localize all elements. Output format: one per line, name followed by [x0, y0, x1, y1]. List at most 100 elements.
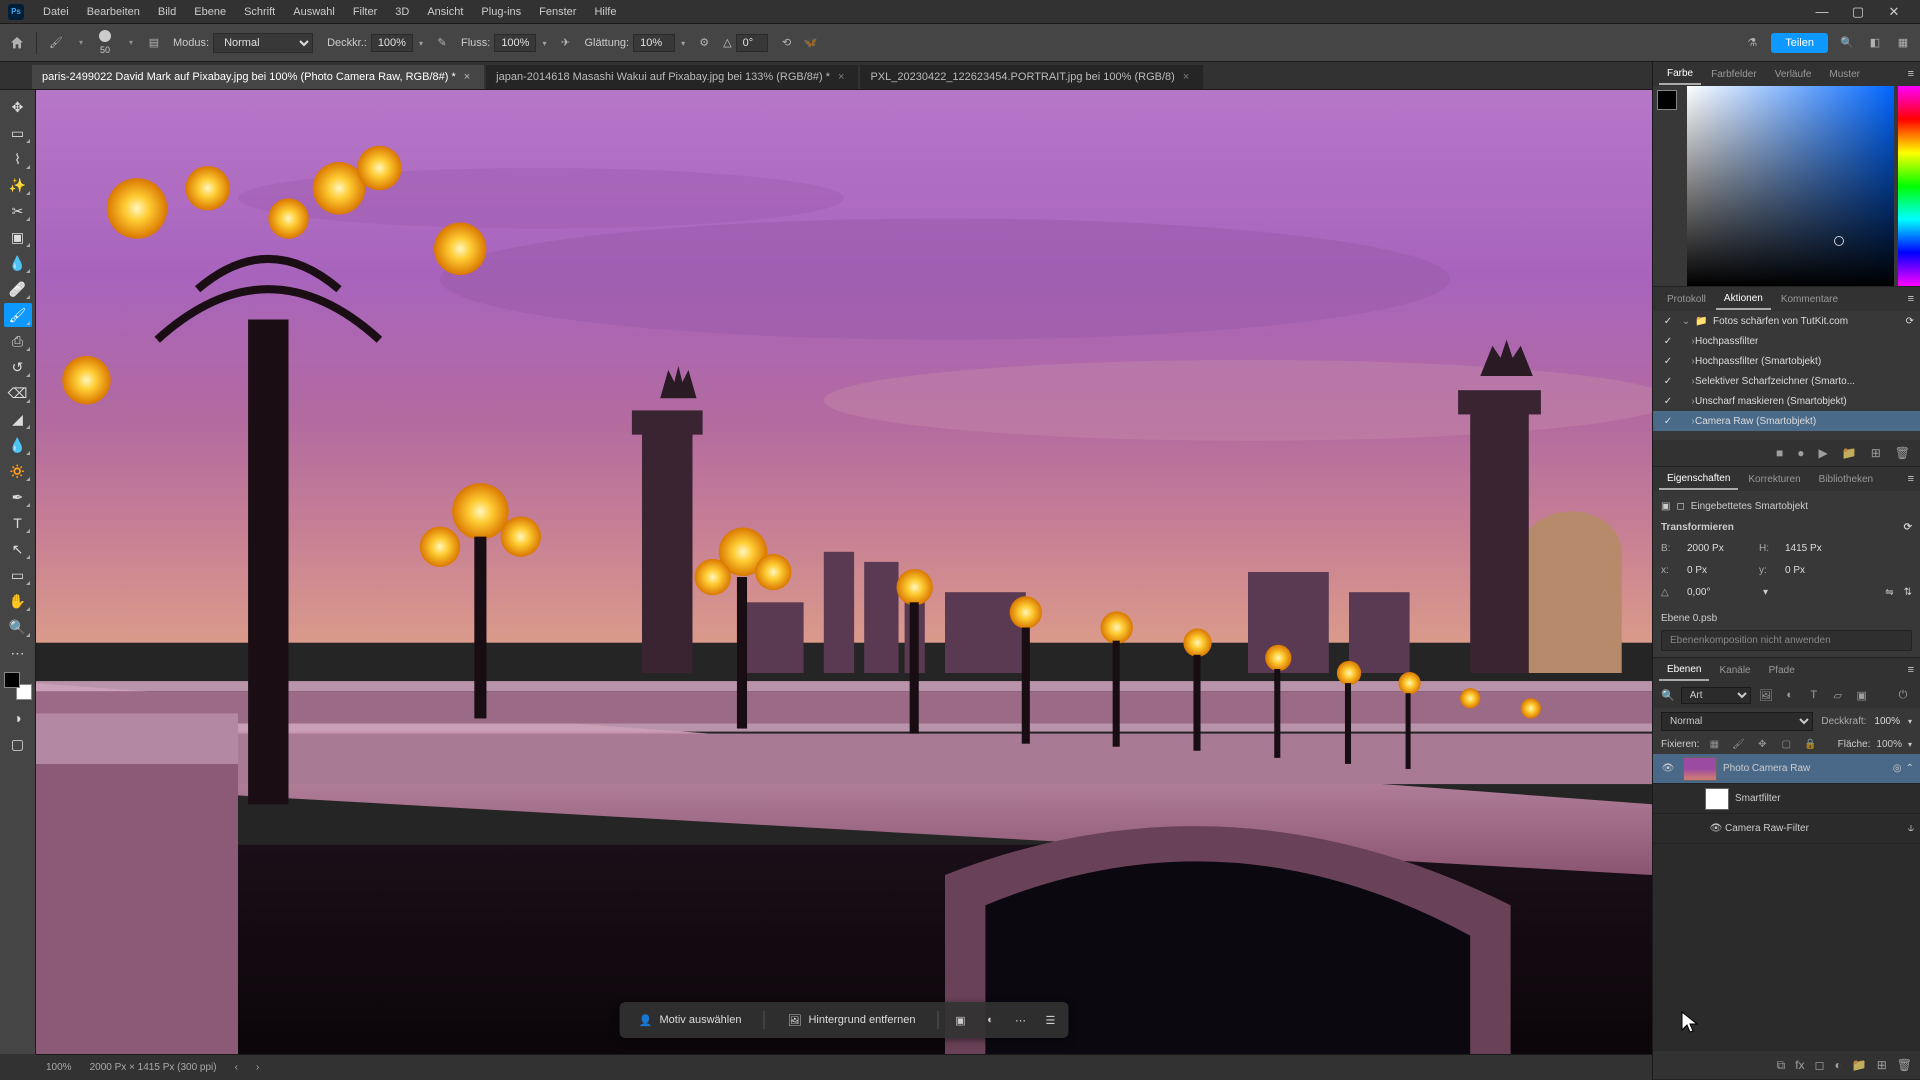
move-tool-icon[interactable]: ✥ [4, 95, 32, 119]
marquee-tool-icon[interactable]: ▭ [4, 121, 32, 145]
menu-select[interactable]: Auswahl [284, 6, 344, 18]
select-subject-button[interactable]: 👤Motiv auswählen [630, 1008, 750, 1032]
shape-tool-icon[interactable]: ▭ [4, 563, 32, 587]
beaker-icon[interactable]: ⚗ [1743, 34, 1761, 52]
action-row[interactable]: ✓›Hochpassfilter [1653, 331, 1920, 351]
layer-thumbnail[interactable] [1683, 757, 1717, 781]
width-input[interactable] [1687, 543, 1749, 554]
menu-edit[interactable]: Bearbeiten [78, 6, 149, 18]
brush-tool-icon[interactable]: 🖌 [4, 303, 32, 327]
height-input[interactable] [1785, 543, 1847, 554]
healing-tool-icon[interactable]: 🩹 [4, 277, 32, 301]
reset-icon[interactable]: ⟳ [1906, 316, 1920, 327]
blur-tool-icon[interactable]: 💧 [4, 433, 32, 457]
pressure-size-icon[interactable]: ⟲ [778, 34, 796, 52]
y-input[interactable] [1785, 565, 1847, 576]
maximize-icon[interactable]: ▢ [1840, 4, 1876, 20]
hue-slider[interactable]: ◂ [1898, 86, 1920, 286]
reset-transform-icon[interactable]: ⟳ [1904, 522, 1912, 533]
color-field[interactable] [1687, 86, 1894, 286]
link-layers-icon[interactable]: ⧉ [1777, 1058, 1786, 1073]
fg-bg-swatch[interactable] [4, 672, 32, 700]
airbrush-icon[interactable]: ✈ [556, 34, 574, 52]
action-row[interactable]: ✓›Camera Raw (Smartobjekt) [1653, 411, 1920, 431]
brush-preset-dropdown[interactable] [121, 34, 139, 52]
delete-layer-icon[interactable]: 🗑 [1897, 1058, 1912, 1072]
expand-icon[interactable]: ⌄ [1677, 316, 1695, 327]
layer-name[interactable]: Photo Camera Raw [1723, 763, 1810, 774]
angle-input[interactable]: 0° [736, 34, 768, 52]
document-canvas[interactable]: 👤Motiv auswählen 🖼Hintergrund entfernen … [36, 90, 1652, 1054]
action-set-row[interactable]: ✓⌄📁Fotos schärfen von TutKit.com⟳ [1653, 311, 1920, 331]
hand-tool-icon[interactable]: ✋ [4, 589, 32, 613]
visibility-icon[interactable]: 👁 [1707, 823, 1725, 834]
eraser-tool-icon[interactable]: ⌫ [4, 381, 32, 405]
lock-transparency-icon[interactable]: ▦ [1705, 739, 1723, 750]
new-layer-icon[interactable]: ⊞ [1877, 1058, 1887, 1072]
tab-patterns[interactable]: Muster [1821, 65, 1868, 84]
layer-opacity-input[interactable]: 100% [1874, 716, 1900, 727]
minimize-icon[interactable]: — [1804, 4, 1840, 20]
type-tool-icon[interactable]: T [4, 511, 32, 535]
path-select-tool-icon[interactable]: ↖ [4, 537, 32, 561]
tool-preset-icon[interactable]: 🖌 [47, 34, 65, 52]
edit-toolbar-icon[interactable]: ⋯ [4, 641, 32, 665]
new-action-icon[interactable]: ⊞ [1871, 446, 1881, 460]
tab-close-icon[interactable]: × [1183, 71, 1189, 83]
filter-toggle-icon[interactable]: ⏻ [1894, 686, 1912, 704]
clone-stamp-tool-icon[interactable]: ⎙ [4, 329, 32, 353]
smoothing-options-icon[interactable]: ⚙ [695, 34, 713, 52]
flow-input[interactable]: 100% [494, 34, 536, 52]
zoom-tool-icon[interactable]: 🔍 [4, 615, 32, 639]
document-tab[interactable]: japan-2014618 Masashi Wakui auf Pixabay.… [486, 65, 858, 89]
tab-swatches[interactable]: Farbfelder [1703, 65, 1765, 84]
lock-all-icon[interactable]: 🔒 [1801, 739, 1819, 750]
action-row[interactable]: ✓›Hochpassfilter (Smartobjekt) [1653, 351, 1920, 371]
filter-mask-thumbnail[interactable] [1705, 788, 1729, 810]
opacity-input[interactable]: 100% [371, 34, 413, 52]
adjustment-layer-icon[interactable]: ◐ [1835, 1058, 1842, 1072]
lasso-tool-icon[interactable]: ⌇ [4, 147, 32, 171]
tab-actions[interactable]: Aktionen [1716, 289, 1771, 310]
flip-h-icon[interactable]: ⇋ [1885, 587, 1893, 598]
status-next-icon[interactable]: › [256, 1062, 259, 1073]
tab-layers[interactable]: Ebenen [1659, 660, 1709, 681]
layer-style-icon[interactable]: fx [1795, 1058, 1804, 1072]
menu-layer[interactable]: Ebene [185, 6, 235, 18]
group-icon[interactable]: 📁 [1852, 1058, 1867, 1072]
close-icon[interactable]: ✕ [1876, 4, 1912, 20]
status-prev-icon[interactable]: ‹ [235, 1062, 238, 1073]
menu-help[interactable]: Hilfe [585, 6, 625, 18]
tab-close-icon[interactable]: × [464, 71, 470, 83]
brush-preview[interactable]: 50 [95, 30, 115, 55]
gradient-tool-icon[interactable]: ◢ [4, 407, 32, 431]
color-swatch[interactable] [1657, 90, 1677, 110]
home-icon[interactable] [8, 34, 26, 52]
menu-filter[interactable]: Filter [344, 6, 386, 18]
tab-libraries[interactable]: Bibliotheken [1811, 470, 1881, 489]
rotation-input[interactable] [1687, 587, 1749, 598]
flip-v-icon[interactable]: ⇅ [1904, 587, 1912, 598]
menu-3d[interactable]: 3D [386, 6, 418, 18]
tab-paths[interactable]: Pfade [1761, 661, 1803, 680]
menu-file[interactable]: Datei [34, 6, 78, 18]
ctb-adjust-icon[interactable]: ◐ [982, 1012, 998, 1028]
layer-row[interactable]: 👁 Photo Camera Raw ◎ ⌃ [1653, 754, 1920, 784]
crop-tool-icon[interactable]: ✂ [4, 199, 32, 223]
layer-row[interactable]: Smartfilter [1653, 784, 1920, 814]
tab-gradients[interactable]: Verläufe [1767, 65, 1820, 84]
tab-close-icon[interactable]: × [838, 71, 844, 83]
menu-window[interactable]: Fenster [530, 6, 585, 18]
ctb-more-icon[interactable]: ⋯ [1012, 1012, 1028, 1028]
filter-image-icon[interactable]: 🖼 [1757, 686, 1775, 704]
panel-menu-icon[interactable]: ≡ [1908, 473, 1920, 485]
filter-shape-icon[interactable]: ▱ [1829, 686, 1847, 704]
action-row[interactable]: ✓›Selektiver Scharfzeichner (Smarto... [1653, 371, 1920, 391]
dodge-tool-icon[interactable]: 🔅 [4, 459, 32, 483]
filter-options-icon[interactable]: ⫝ [1908, 823, 1914, 834]
panel-menu-icon[interactable]: ≡ [1908, 293, 1920, 305]
menu-type[interactable]: Schrift [235, 6, 284, 18]
layer-row[interactable]: 👁 Camera Raw-Filter ⫝ [1653, 814, 1920, 844]
tab-adjustments[interactable]: Korrekturen [1740, 470, 1808, 489]
ctb-properties-icon[interactable]: ☰ [1042, 1012, 1058, 1028]
